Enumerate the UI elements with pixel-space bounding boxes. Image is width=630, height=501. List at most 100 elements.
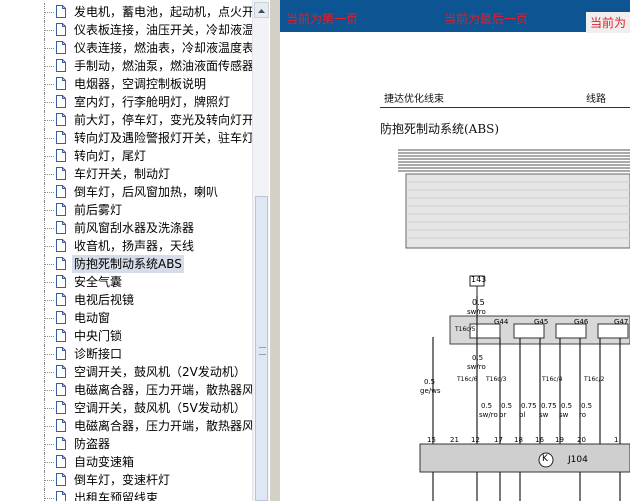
tree-item[interactable]: 仪表连接，燃油表，冷却液温度表 <box>0 39 252 57</box>
wire-mid-color: sw/ro <box>467 363 486 371</box>
tree-item[interactable]: 电磁离合器，压力开端，散热器风 <box>0 381 252 399</box>
tree-item-label: 防抱死制动系统ABS <box>72 255 184 273</box>
scrollbar-thumb[interactable] <box>255 196 268 501</box>
tree-item[interactable]: 防盗器 <box>0 435 252 453</box>
tree-connector <box>44 372 54 373</box>
tree-item[interactable]: 前风窗刮水器及洗涤器 <box>0 219 252 237</box>
page-nav-bar: 当前为第一页 当前为最后一页 当前为 <box>280 0 630 33</box>
tree-connector <box>44 156 54 157</box>
tree-connector <box>44 300 54 301</box>
document-icon <box>56 41 66 54</box>
tree-item[interactable]: 发电机，蓄电池，起动机，点火开 <box>0 3 252 21</box>
tree-item[interactable]: 电视后视镜 <box>0 291 252 309</box>
tree-connector <box>44 480 54 481</box>
tree-connector <box>44 390 54 391</box>
tree-item-label: 电磁离合器，压力开端，散热器风 <box>74 383 252 397</box>
tree-item[interactable]: 仪表板连接，油压开关，冷却液温 <box>0 21 252 39</box>
document-icon <box>56 401 66 414</box>
tree-item-label: 收音机，扬声器，天线 <box>74 239 195 253</box>
document-icon <box>56 131 66 144</box>
label-t16c5: T16c/5 <box>455 326 476 333</box>
tree-item[interactable]: 前大灯，停车灯，变光及转向灯开 <box>0 111 252 129</box>
tree-item[interactable]: 前后雾灯 <box>0 201 252 219</box>
tree-item[interactable]: 空调开关，鼓风机（2V发动机） <box>0 363 252 381</box>
tree-connector <box>44 489 45 501</box>
tree-item[interactable]: 电烟器，空调控制板说明 <box>0 75 252 93</box>
pin-number: 16 <box>535 436 544 444</box>
document-icon <box>56 491 66 501</box>
document-icon <box>56 365 66 378</box>
tree-item-label: 转向灯及遇险警报灯开关，驻车灯 <box>74 131 252 145</box>
tree-item-label: 前后雾灯 <box>74 203 123 217</box>
tree-item-label: 前大灯，停车灯，变光及转向灯开 <box>74 113 252 127</box>
tree-connector <box>44 192 54 193</box>
tree-connector <box>44 318 54 319</box>
tree-item-label: 防盗器 <box>74 437 111 451</box>
tree-item[interactable]: 室内灯，行李舱明灯，牌照灯 <box>0 93 252 111</box>
tree-connector <box>44 228 54 229</box>
document-icon <box>56 437 66 450</box>
tree-item[interactable]: 倒车灯，后风窗加热，喇叭 <box>0 183 252 201</box>
wire-size: 0.5 <box>481 402 493 410</box>
tree-scrollbar[interactable] <box>252 0 270 501</box>
document-icon <box>56 455 66 468</box>
wire-size: 0.5 <box>581 402 593 410</box>
connector-g44: G44 <box>494 318 509 326</box>
panel-splitter[interactable] <box>269 0 280 501</box>
tree-item[interactable]: 电动窗 <box>0 309 252 327</box>
tree-item[interactable]: 安全气囊 <box>0 273 252 291</box>
tree-item[interactable]: 手制动，燃油泵，燃油液面传感器 <box>0 57 252 75</box>
document-icon <box>56 5 66 18</box>
tree-connector <box>44 138 54 139</box>
tree-connector <box>44 120 54 121</box>
tree-item[interactable]: 收音机，扬声器，天线 <box>0 237 252 255</box>
wire-color: ro <box>579 411 587 419</box>
wire-top-color: sw/ro <box>467 308 486 316</box>
tree-item-label: 电视后视镜 <box>74 293 135 307</box>
document-icon <box>56 59 66 72</box>
tree-connector <box>44 426 54 427</box>
tree-item-label: 仪表板连接，油压开关，冷却液温 <box>74 23 252 37</box>
abs-wiring-diagram <box>398 149 630 501</box>
tree-item-label: 电磁离合器，压力开端，散热器风 <box>74 419 252 433</box>
tree-connector <box>44 462 54 463</box>
wire-color: br <box>499 411 507 419</box>
pin-number: 18 <box>514 436 523 444</box>
document-icon <box>56 347 66 360</box>
pin-number: 20 <box>577 436 586 444</box>
tree-item[interactable]: 转向灯，尾灯 <box>0 147 252 165</box>
pin-number: 17 <box>494 436 503 444</box>
last-page-link[interactable]: 当前为最后一页 <box>444 10 528 27</box>
current-page-indicator: 当前为 <box>585 12 630 33</box>
tree-item[interactable]: 出租车预留线束 <box>0 489 252 501</box>
tree-item[interactable]: 转向灯及遇险警报灯开关，驻车灯 <box>0 129 252 147</box>
tree-connector <box>44 264 54 265</box>
label-t16c6: T16c/6 <box>457 376 478 383</box>
document-icon <box>56 167 66 180</box>
document-icon <box>56 185 66 198</box>
tree-item[interactable]: 空调开关，鼓风机（5V发动机） <box>0 399 252 417</box>
wire-top-size: 0.5 <box>472 298 485 307</box>
first-page-link[interactable]: 当前为第一页 <box>286 10 358 27</box>
scroll-up-button[interactable] <box>254 2 269 18</box>
tree-item[interactable]: 中央门锁 <box>0 327 252 345</box>
tree-panel: 发电机，蓄电池，起动机，点火开仪表板连接，油压开关，冷却液温仪表连接，燃油表，冷… <box>0 0 252 501</box>
tree-item-label: 安全气囊 <box>74 275 123 289</box>
tree-item-label: 车灯开关，制动灯 <box>74 167 171 181</box>
wire-size: 0.5 <box>561 402 573 410</box>
tree-item-label: 室内灯，行李舱明灯，牌照灯 <box>74 95 231 109</box>
document-icon <box>56 419 66 432</box>
tree-item[interactable]: 倒车灯，变速杆灯 <box>0 471 252 489</box>
label-t16c4: T16c/4 <box>542 376 563 383</box>
tree-item[interactable]: 防抱死制动系统ABS <box>0 255 252 273</box>
tree-connector <box>44 12 54 13</box>
tree-connector <box>44 336 54 337</box>
tree-item[interactable]: 电磁离合器，压力开端，散热器风 <box>0 417 252 435</box>
connector-g47: G47 <box>614 318 629 326</box>
tree-item[interactable]: 自动变速箱 <box>0 453 252 471</box>
tree-connector <box>44 174 54 175</box>
tree-item[interactable]: 车灯开关，制动灯 <box>0 165 252 183</box>
tree-connector <box>44 210 54 211</box>
tree-item[interactable]: 诊断接口 <box>0 345 252 363</box>
document-icon <box>56 383 66 396</box>
